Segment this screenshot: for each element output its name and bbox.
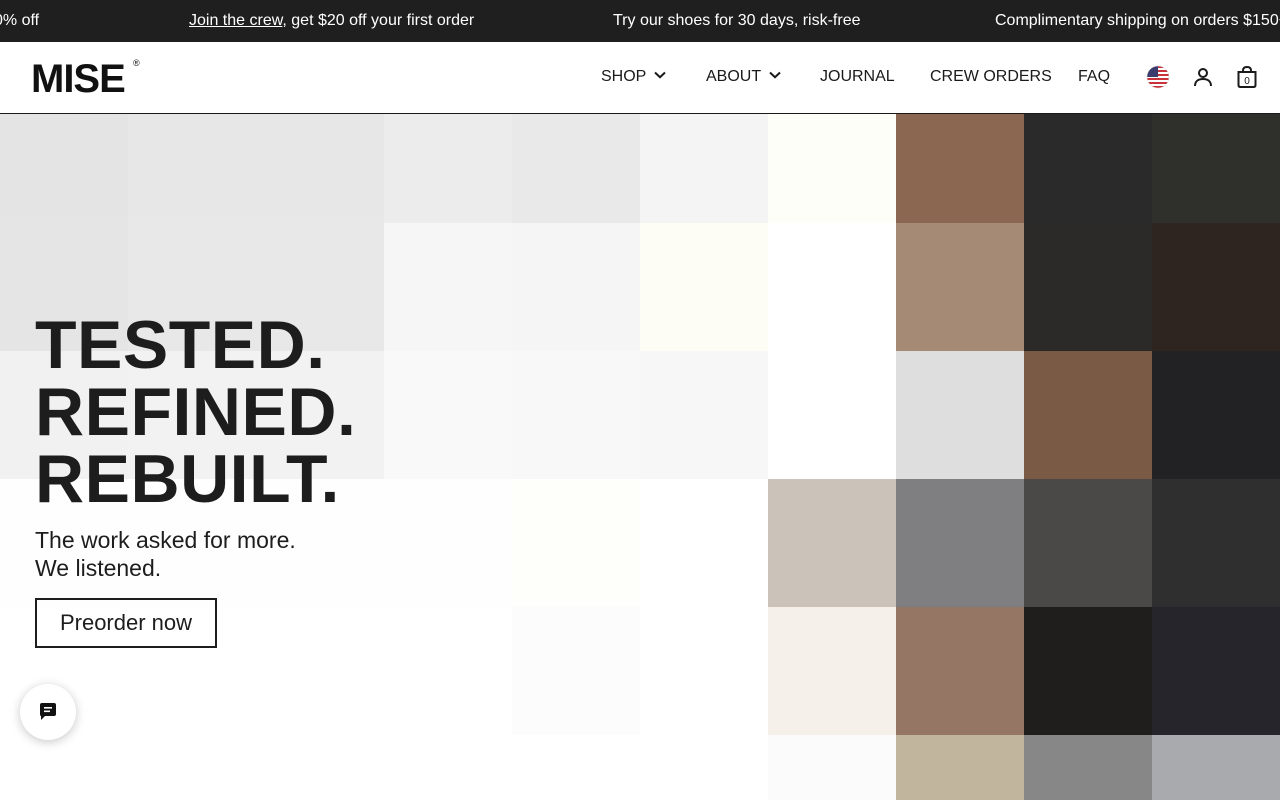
chat-launcher-button[interactable] bbox=[20, 684, 76, 740]
mosaic-tile bbox=[640, 223, 768, 351]
mosaic-tile bbox=[640, 114, 768, 223]
nav-journal[interactable]: JOURNAL bbox=[820, 68, 895, 86]
hero-title: TESTED. REFINED. REBUILT. bbox=[35, 307, 357, 517]
mosaic-tile bbox=[896, 114, 1024, 223]
mosaic-tile bbox=[512, 351, 640, 479]
mosaic-tile bbox=[768, 223, 896, 351]
join-crew-link[interactable]: Join the crew bbox=[189, 12, 282, 29]
logo[interactable]: MISE ® bbox=[31, 57, 140, 101]
site-header: MISE ® SHOP ABOUT JOURNAL CREW ORDERS FA… bbox=[0, 42, 1280, 114]
mosaic-tile bbox=[1152, 479, 1280, 607]
announcement-message: Complimentary shipping on orders $150+ bbox=[995, 12, 1280, 29]
nav-shop[interactable]: SHOP bbox=[601, 68, 667, 86]
mosaic-tile bbox=[896, 223, 1024, 351]
hero-title-line: REFINED. bbox=[35, 374, 357, 450]
mosaic-tile bbox=[768, 735, 896, 800]
preorder-button[interactable]: Preorder now bbox=[35, 598, 217, 648]
mosaic-tile bbox=[0, 735, 768, 800]
account-icon[interactable] bbox=[1191, 65, 1215, 89]
mosaic-tile bbox=[512, 479, 640, 607]
mosaic-tile bbox=[1024, 223, 1152, 351]
mosaic-tile bbox=[1152, 351, 1280, 479]
mosaic-tile bbox=[1152, 223, 1280, 351]
hero-subtitle-line: We listened. bbox=[35, 555, 162, 581]
cart-count: 0 bbox=[1244, 76, 1250, 87]
logo-text: MISE bbox=[31, 57, 126, 101]
us-flag-icon[interactable] bbox=[1146, 65, 1170, 89]
mosaic-tile bbox=[768, 351, 896, 479]
announcement-message: Try our shoes for 30 days, risk-free bbox=[613, 12, 861, 29]
mosaic-tile bbox=[1024, 479, 1152, 607]
mosaic-tile bbox=[896, 607, 1024, 735]
mosaic-tile bbox=[1024, 735, 1152, 800]
mosaic-tile bbox=[1024, 607, 1152, 735]
announcement-message: Join the crew, get $20 off your first or… bbox=[189, 12, 475, 29]
mosaic-tile bbox=[1024, 114, 1152, 223]
mosaic-tile bbox=[384, 114, 512, 223]
hero-title-line: REBUILT. bbox=[35, 441, 340, 517]
mosaic-tile bbox=[384, 351, 512, 479]
chevron-down-icon bbox=[654, 72, 667, 79]
mosaic-tile bbox=[1152, 735, 1280, 800]
shopping-bag-icon[interactable]: 0 bbox=[1235, 65, 1259, 89]
mosaic-tile bbox=[1152, 607, 1280, 735]
registered-mark: ® bbox=[133, 58, 140, 68]
nav-about[interactable]: ABOUT bbox=[706, 68, 781, 86]
mosaic-tile bbox=[512, 114, 640, 223]
hero-subtitle: The work asked for more. We listened. bbox=[35, 526, 296, 582]
mosaic-tile bbox=[896, 735, 1024, 800]
mosaic-tile bbox=[0, 114, 128, 223]
nav-shop-label: SHOP bbox=[601, 68, 647, 85]
mosaic-tile bbox=[512, 607, 640, 735]
mosaic-tile bbox=[1024, 351, 1152, 479]
mosaic-tile bbox=[896, 479, 1024, 607]
announcement-bar: 0% off Join the crew, get $20 off your f… bbox=[0, 0, 1280, 42]
mosaic-tile bbox=[128, 114, 384, 223]
mosaic-tile bbox=[768, 479, 896, 607]
mosaic-tile bbox=[640, 607, 768, 735]
nav-faq[interactable]: FAQ bbox=[1078, 68, 1110, 86]
mosaic-tile bbox=[768, 114, 896, 223]
mosaic-tile bbox=[640, 479, 768, 607]
nav-crew-orders[interactable]: CREW ORDERS bbox=[930, 68, 1052, 86]
chevron-down-icon bbox=[769, 72, 781, 79]
mosaic-tile bbox=[512, 223, 640, 351]
hero-title-line: TESTED. bbox=[35, 307, 326, 383]
mosaic-tile bbox=[384, 223, 512, 351]
mosaic-tile bbox=[1152, 114, 1280, 223]
chat-bubble-icon bbox=[40, 703, 56, 720]
mosaic-tile bbox=[768, 607, 896, 735]
mosaic-tile bbox=[640, 351, 768, 479]
mosaic-tile bbox=[896, 351, 1024, 479]
hero-subtitle-line: The work asked for more. bbox=[35, 527, 296, 553]
nav-about-label: ABOUT bbox=[706, 68, 762, 85]
announcement-message: 0% off bbox=[0, 12, 40, 29]
